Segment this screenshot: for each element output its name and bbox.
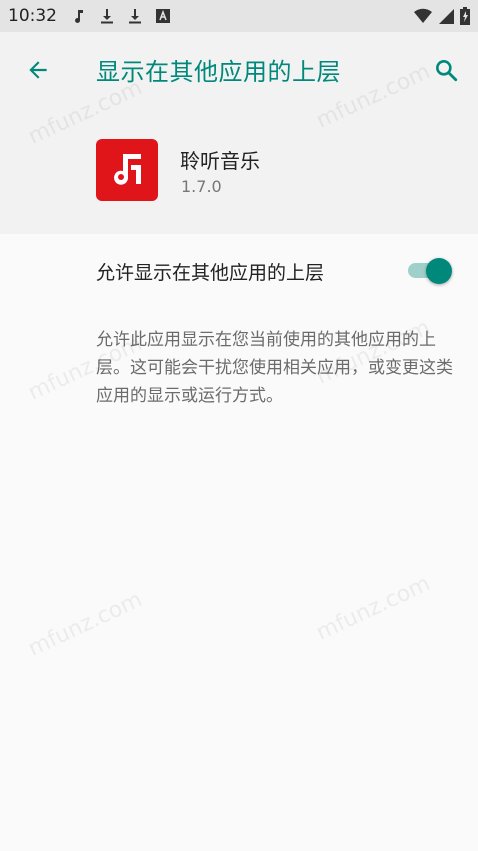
search-icon [436,60,458,82]
download-icon [129,9,141,24]
signal-icon [439,9,454,24]
page-title: 显示在其他应用的上层 [96,58,341,86]
switch-thumb [426,258,452,284]
watermark: mfunz.com [24,587,147,662]
music-app-logo-icon [114,154,141,185]
app-icon [96,139,158,201]
permission-toggle-row[interactable]: 允许显示在其他应用的上层 [0,234,478,306]
status-bar-right [414,7,470,25]
arrow-back-icon [29,61,47,79]
app-version: 1.7.0 [181,177,222,196]
permission-description: 允许此应用显示在您当前使用的其他应用的上层。这可能会干扰您使用相关应用，或变更这… [96,330,453,406]
search-button[interactable] [432,56,460,84]
watermark: mfunz.com [312,571,435,646]
wifi-icon [414,8,432,23]
battery-icon [460,7,470,25]
app-name: 聆听音乐 [180,149,260,173]
clock: 10:32 [8,6,57,26]
app-header: 显示在其他应用的上层 聆听音乐 1.7.0 [0,32,478,234]
status-bar: 10:32 [0,0,478,32]
music-note-icon [75,10,83,23]
font-icon [156,9,170,23]
back-button[interactable] [24,56,52,84]
download-icon [101,9,113,24]
permission-label: 允许显示在其他应用的上层 [96,262,325,284]
permission-switch[interactable] [406,258,454,284]
